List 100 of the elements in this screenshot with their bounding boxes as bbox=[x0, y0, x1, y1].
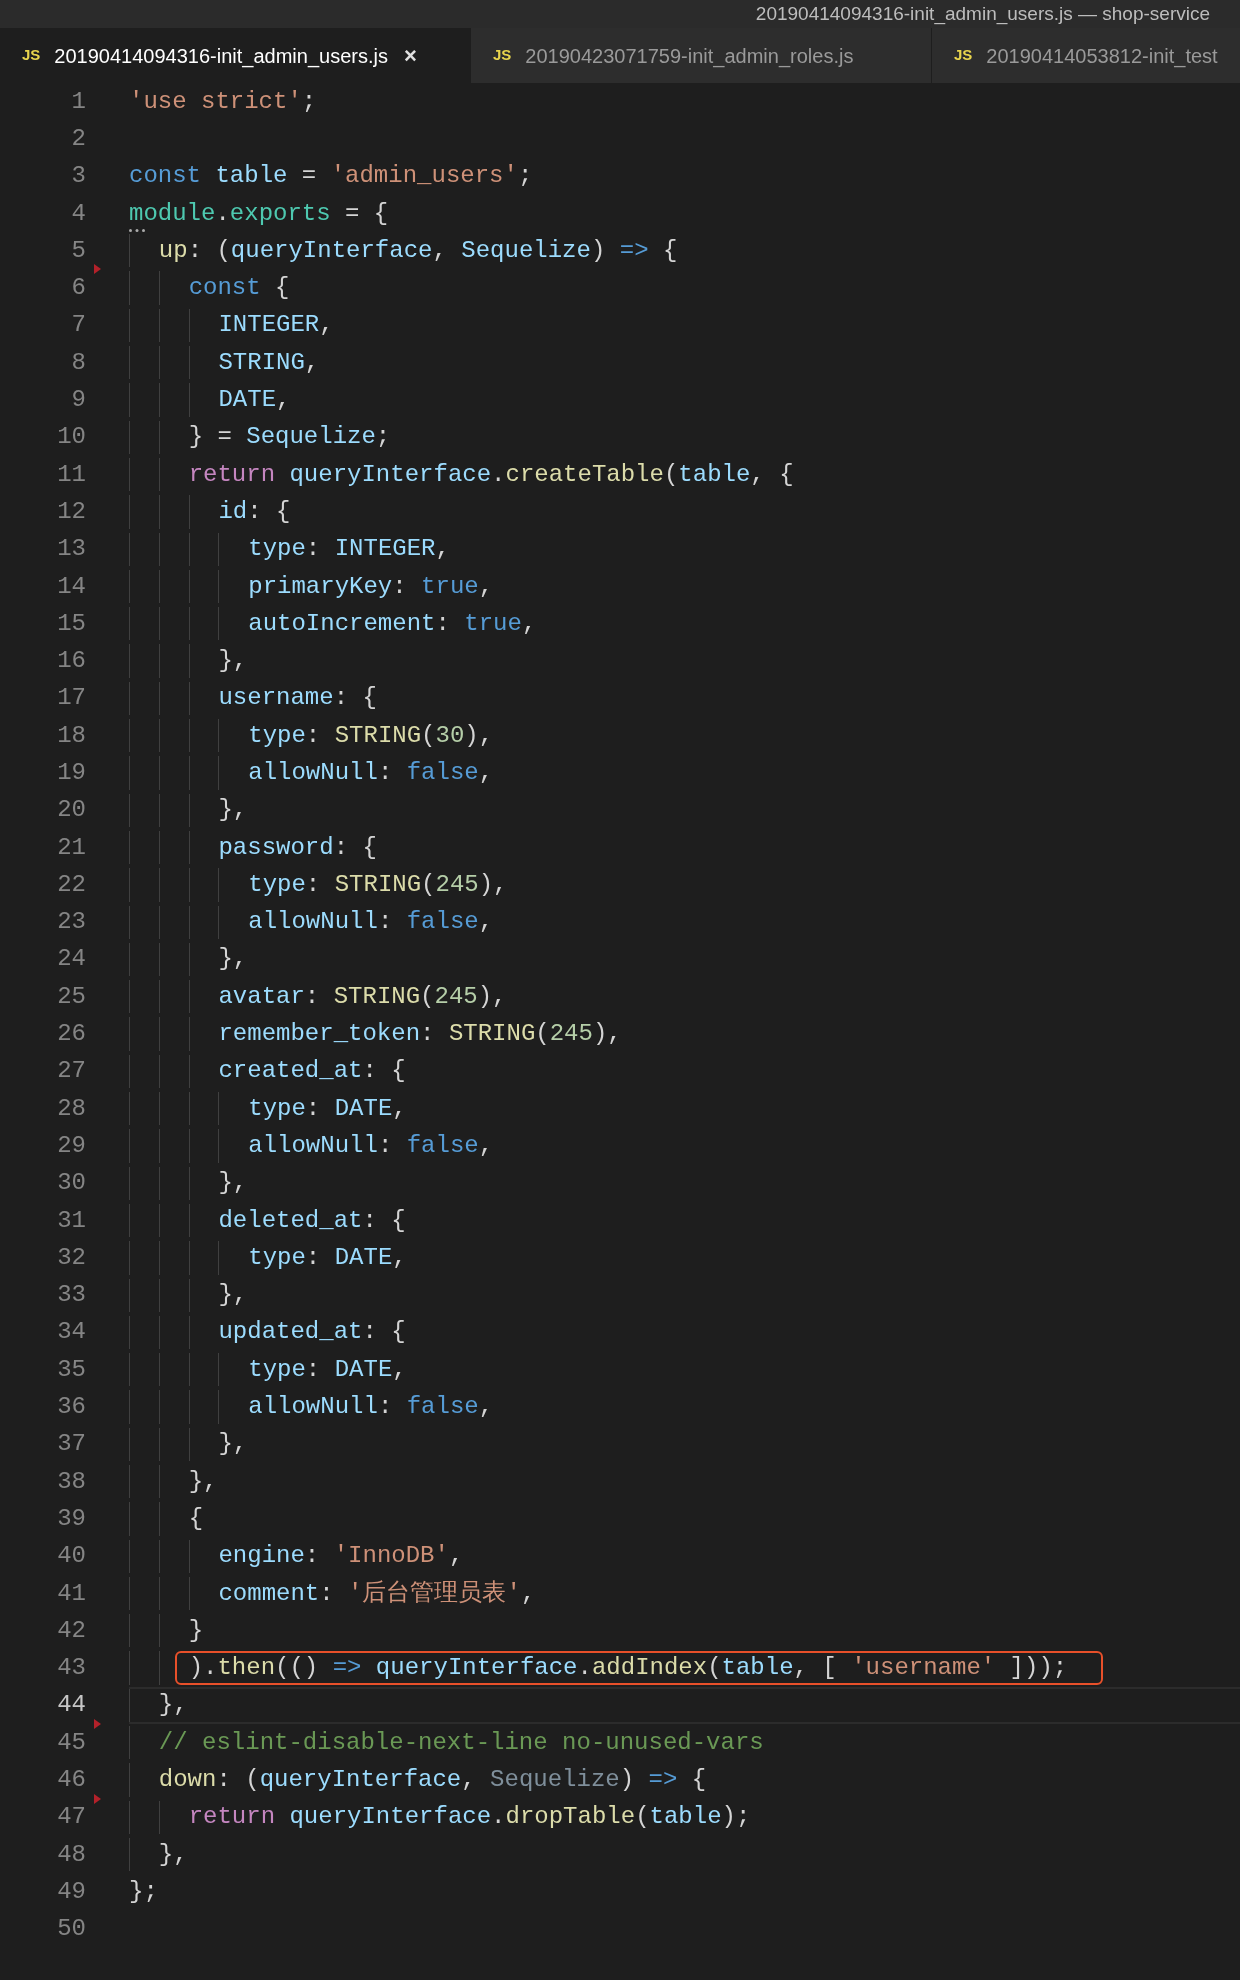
code-line: }, bbox=[129, 1465, 218, 1499]
code-line: deleted_at: { bbox=[129, 1203, 406, 1238]
code-line: id: { bbox=[129, 495, 291, 529]
line-number: 12 bbox=[56, 496, 86, 527]
js-file-icon: JS bbox=[954, 44, 973, 67]
js-file-icon: JS bbox=[493, 44, 512, 67]
line-number: 35 bbox=[56, 1354, 86, 1385]
code-line: }; bbox=[129, 1876, 158, 1907]
line-number: 9 bbox=[70, 385, 86, 415]
code-line: }, bbox=[129, 1166, 248, 1200]
line-number: 47 bbox=[56, 1802, 86, 1833]
line-number: 45 bbox=[56, 1727, 86, 1758]
line-number: 1 bbox=[70, 86, 86, 117]
code-line: INTEGER, bbox=[129, 308, 334, 343]
tab-label: 20190423071759-init_admin_roles.js bbox=[525, 43, 854, 70]
line-number: 21 bbox=[56, 832, 86, 863]
line-number: 25 bbox=[56, 981, 86, 1012]
line-number: 40 bbox=[56, 1541, 86, 1572]
line-number: 5 bbox=[70, 235, 86, 266]
code-line: comment: '后台管理员表', bbox=[129, 1576, 536, 1611]
line-number: 14 bbox=[56, 571, 86, 602]
line-number: 22 bbox=[56, 869, 86, 900]
line-number: 13 bbox=[56, 534, 86, 565]
line-number: 4 bbox=[70, 198, 86, 229]
line-number: 36 bbox=[56, 1392, 86, 1423]
code-line: allowNull: false, bbox=[129, 1129, 494, 1163]
code-line: }, bbox=[129, 793, 248, 827]
code-line: }, bbox=[129, 1278, 248, 1312]
code-line: { bbox=[129, 1502, 204, 1536]
code-line: type: DATE, bbox=[129, 1092, 407, 1126]
line-number: 2 bbox=[70, 123, 86, 154]
line-number: 42 bbox=[56, 1615, 86, 1646]
code-line: engine: 'InnoDB', bbox=[129, 1539, 464, 1573]
code-line: const { bbox=[129, 271, 290, 305]
code-line: } = Sequelize; bbox=[129, 420, 391, 454]
line-number: 33 bbox=[56, 1280, 86, 1311]
line-number: 38 bbox=[56, 1466, 86, 1497]
code-line: }, bbox=[129, 1837, 188, 1872]
line-number: 19 bbox=[56, 758, 86, 788]
code-line: remember_token: STRING(245), bbox=[129, 1017, 622, 1051]
line-number: 10 bbox=[56, 422, 86, 453]
code-line: ).then(() => queryInterface.addIndex(table, [ 'username' ])); bbox=[129, 1651, 1104, 1685]
code-line: allowNull: false, bbox=[129, 1390, 494, 1424]
editor-tab[interactable]: JS 20190414053812-init_test bbox=[932, 28, 1240, 83]
line-number: 37 bbox=[56, 1429, 86, 1460]
code-line: up: (queryInterface, Sequelize) => { bbox=[129, 234, 678, 268]
line-number: 7 bbox=[70, 310, 86, 341]
code-line: allowNull: false, bbox=[129, 756, 494, 790]
deleted-lines-marker-icon[interactable] bbox=[94, 264, 101, 275]
line-number: 8 bbox=[70, 347, 86, 378]
line-number: 11 bbox=[56, 459, 86, 490]
editor-tab[interactable]: JS 20190423071759-init_admin_roles.js bbox=[471, 28, 932, 83]
code-line: avatar: STRING(245), bbox=[129, 980, 507, 1014]
code-line: return queryInterface.createTable(table, { bbox=[129, 457, 794, 492]
code-line: type: STRING(30), bbox=[129, 719, 494, 753]
code-line: type: DATE, bbox=[129, 1353, 407, 1387]
line-number: 17 bbox=[56, 683, 86, 714]
line-number: 28 bbox=[56, 1093, 86, 1124]
code-line: type: DATE, bbox=[129, 1241, 407, 1275]
code-line: // eslint-disable-next-line no-unused-vars bbox=[129, 1726, 764, 1760]
deleted-lines-marker-icon[interactable] bbox=[94, 1719, 101, 1730]
line-number: 16 bbox=[56, 646, 86, 677]
code-line: type: INTEGER, bbox=[129, 532, 450, 566]
line-number: 49 bbox=[56, 1876, 86, 1907]
line-number: 20 bbox=[56, 795, 86, 826]
close-icon[interactable]: × bbox=[403, 39, 417, 72]
tab-label: 20190414053812-init_test bbox=[986, 43, 1218, 70]
line-number: 29 bbox=[56, 1130, 86, 1161]
line-number: 31 bbox=[56, 1205, 86, 1236]
code-line: primaryKey: true, bbox=[129, 569, 494, 604]
line-number: 15 bbox=[56, 608, 86, 639]
code-line: username: { bbox=[129, 681, 377, 716]
editor-tab[interactable]: JS 20190414094316-init_admin_users.js × bbox=[0, 28, 471, 83]
line-number: 3 bbox=[70, 161, 86, 192]
line-number: 43 bbox=[56, 1653, 86, 1684]
line-number: 18 bbox=[56, 720, 86, 751]
line-number: 30 bbox=[56, 1168, 86, 1199]
line-number: 26 bbox=[56, 1019, 86, 1050]
code-line: }, bbox=[129, 1688, 188, 1723]
line-number: 32 bbox=[56, 1242, 86, 1273]
code-line: down: (queryInterface, Sequelize) => { bbox=[129, 1763, 707, 1797]
line-number: 41 bbox=[56, 1578, 86, 1609]
tab-label: 20190414094316-init_admin_users.js bbox=[54, 43, 388, 70]
fold-ellipsis-icon[interactable] bbox=[129, 229, 145, 233]
line-number: 48 bbox=[56, 1839, 86, 1870]
line-number: 44 bbox=[56, 1690, 86, 1721]
line-number: 27 bbox=[56, 1056, 86, 1087]
code-line: password: { bbox=[129, 830, 377, 865]
code-line: autoIncrement: true, bbox=[129, 607, 537, 641]
line-number: 6 bbox=[70, 273, 86, 304]
line-number: 34 bbox=[56, 1317, 86, 1348]
code-line: module.exports = { bbox=[129, 198, 389, 229]
code-line: DATE, bbox=[129, 383, 291, 417]
deleted-lines-marker-icon[interactable] bbox=[94, 1793, 101, 1804]
code-line: updated_at: { bbox=[129, 1315, 406, 1350]
line-number: 50 bbox=[56, 1914, 86, 1945]
line-number: 24 bbox=[56, 944, 86, 975]
line-number: 46 bbox=[56, 1765, 86, 1795]
code-line: }, bbox=[129, 1427, 248, 1461]
line-number: 39 bbox=[56, 1503, 86, 1534]
